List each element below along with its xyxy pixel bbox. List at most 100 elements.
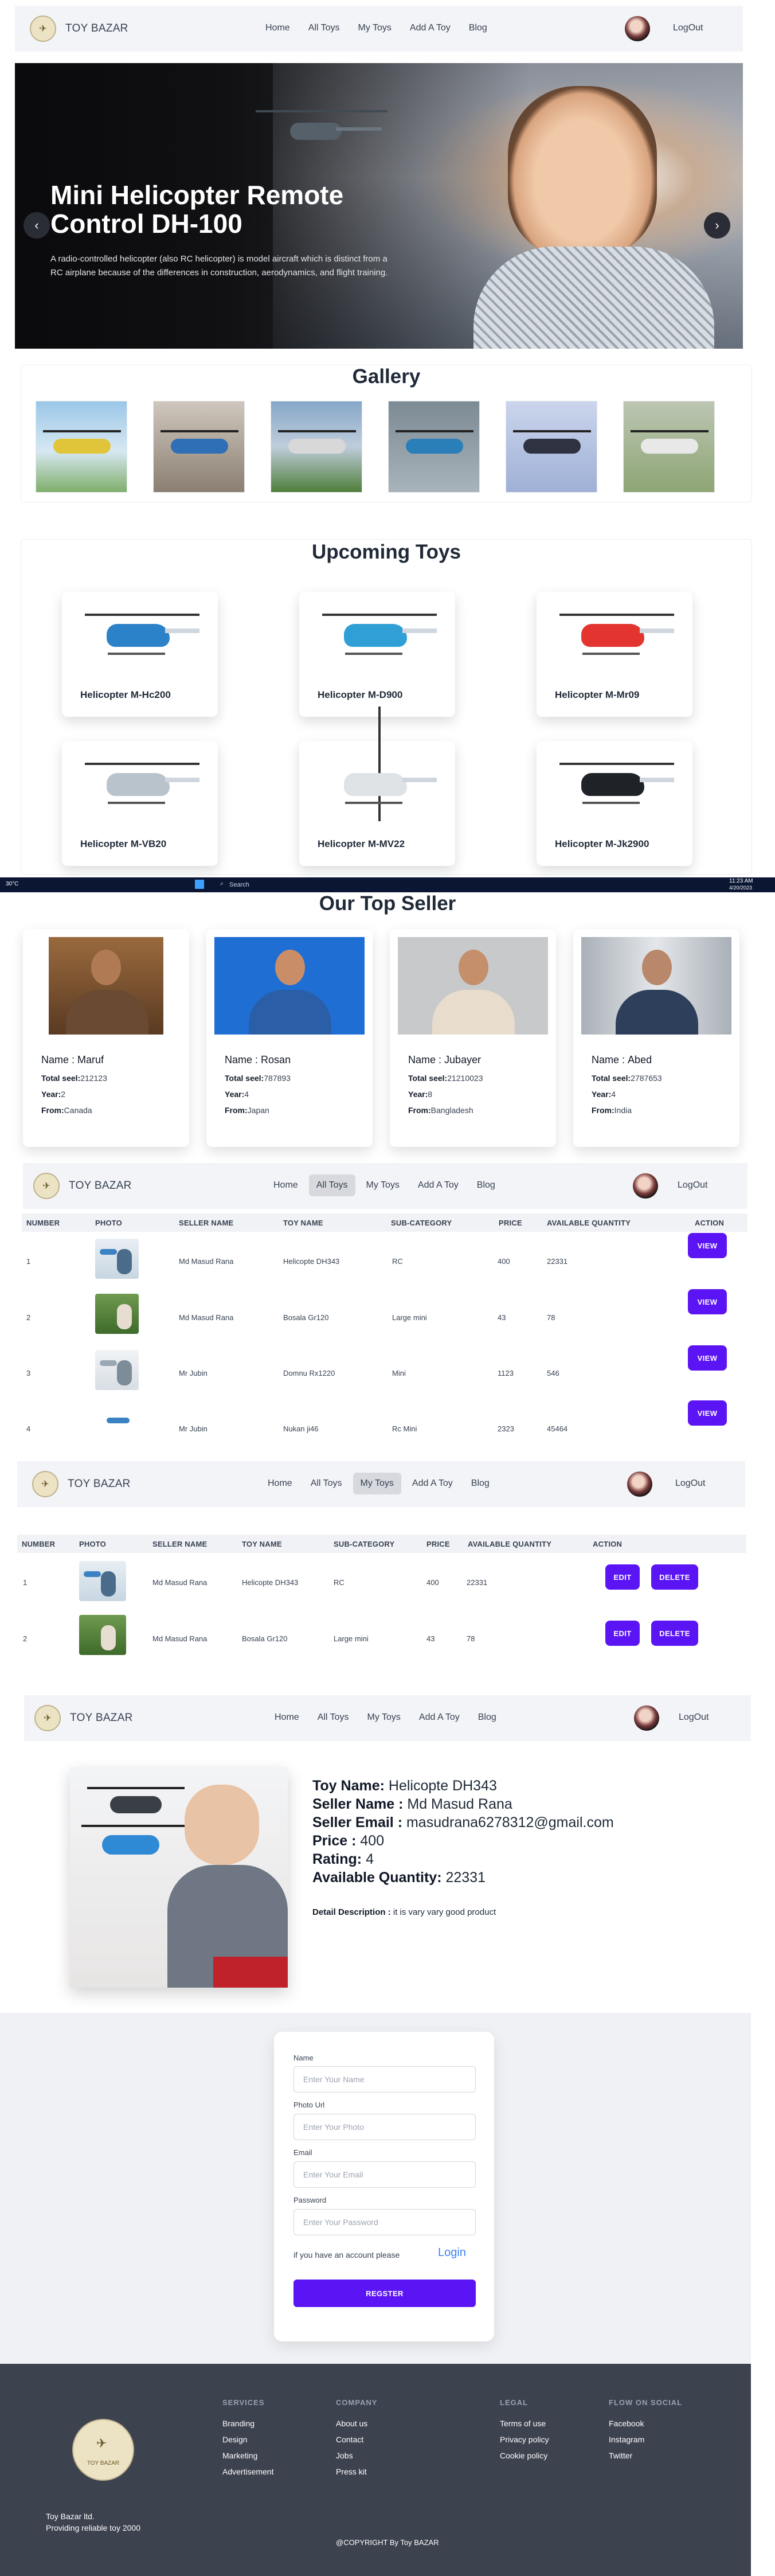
delete-button[interactable]: DELETE bbox=[651, 1621, 698, 1646]
gallery-section: Gallery bbox=[21, 365, 752, 502]
detail-quantity: Available Quantity: 22331 bbox=[312, 1869, 486, 1886]
helicopter-logo-icon[interactable]: ✈ bbox=[30, 15, 56, 42]
nav-home[interactable]: Home bbox=[258, 17, 298, 39]
footer: ✈ TOY BAZAR Toy Bazar ltd. Providing rel… bbox=[0, 2364, 751, 2576]
nav-my-toys[interactable]: My Toys bbox=[353, 1473, 401, 1494]
nav-my-toys[interactable]: My Toys bbox=[359, 1174, 407, 1196]
gallery-image[interactable] bbox=[388, 401, 480, 493]
nav-home[interactable]: Home bbox=[266, 1174, 306, 1196]
footer-tagline: Providing reliable toy 2000 bbox=[46, 2523, 140, 2532]
photo-input[interactable]: Enter Your Photo bbox=[293, 2114, 476, 2140]
footer-link[interactable]: Twitter bbox=[609, 2451, 632, 2460]
footer-link[interactable]: About us bbox=[336, 2419, 367, 2428]
footer-link[interactable]: Marketing bbox=[222, 2451, 257, 2460]
toy-card[interactable]: Helicopter M-Mr09 bbox=[537, 592, 692, 717]
logout-button[interactable]: LogOut bbox=[673, 23, 703, 33]
brand-name[interactable]: TOY BAZAR bbox=[65, 22, 128, 35]
delete-button[interactable]: DELETE bbox=[651, 1564, 698, 1590]
footer-link[interactable]: Jobs bbox=[336, 2451, 353, 2460]
nav-blog[interactable]: Blog bbox=[471, 1707, 504, 1728]
nav-all-toys[interactable]: All Toys bbox=[308, 1174, 355, 1196]
windows-icon[interactable] bbox=[195, 880, 204, 889]
helicopter-logo-icon[interactable]: ✈ bbox=[32, 1471, 58, 1497]
password-input[interactable]: Enter Your Password bbox=[293, 2209, 476, 2235]
view-button[interactable]: VIEW bbox=[688, 1400, 727, 1426]
navbar-my-toys: ✈ TOY BAZAR Home All Toys My Toys Add A … bbox=[17, 1461, 745, 1507]
logout-button[interactable]: LogOut bbox=[675, 1478, 705, 1489]
nav-my-toys[interactable]: My Toys bbox=[351, 17, 399, 39]
brand-name[interactable]: TOY BAZAR bbox=[69, 1180, 132, 1192]
search-icon[interactable]: ⌕ bbox=[220, 880, 224, 888]
avatar[interactable] bbox=[627, 1472, 652, 1497]
seller-card[interactable]: Name : Maruf Total seel:212123 Year:2 Fr… bbox=[23, 929, 189, 1147]
gallery-title: Gallery bbox=[352, 365, 421, 388]
weather-text: 30°C bbox=[6, 881, 19, 887]
logout-button[interactable]: LogOut bbox=[678, 1180, 707, 1191]
gallery-image[interactable] bbox=[506, 401, 597, 493]
toy-card-name: Helicopter M-Jk2900 bbox=[555, 838, 649, 849]
toy-card[interactable]: Helicopter M-D900 bbox=[299, 592, 455, 717]
name-input[interactable]: Enter Your Name bbox=[293, 2066, 476, 2093]
nav-blog[interactable]: Blog bbox=[469, 1174, 503, 1196]
helicopter-logo-icon[interactable]: ✈ bbox=[34, 1705, 61, 1731]
view-button[interactable]: VIEW bbox=[688, 1345, 727, 1371]
logout-button[interactable]: LogOut bbox=[679, 1712, 709, 1723]
footer-link[interactable]: Privacy policy bbox=[500, 2435, 549, 2444]
chevron-right-icon[interactable]: › bbox=[704, 212, 730, 239]
view-button[interactable]: VIEW bbox=[688, 1233, 727, 1258]
taskbar-search[interactable]: Search bbox=[229, 881, 249, 888]
nav-add-toy[interactable]: Add A Toy bbox=[405, 1473, 460, 1494]
detail-price: Price : 400 bbox=[312, 1833, 385, 1849]
edit-button[interactable]: EDIT bbox=[605, 1621, 640, 1646]
nav-add-toy[interactable]: Add A Toy bbox=[410, 1174, 466, 1196]
gallery-image[interactable] bbox=[271, 401, 362, 493]
brand-name[interactable]: TOY BAZAR bbox=[68, 1478, 131, 1490]
footer-link[interactable]: Branding bbox=[222, 2419, 255, 2428]
footer-link[interactable]: Terms of use bbox=[500, 2419, 546, 2428]
gallery-image[interactable] bbox=[623, 401, 715, 493]
footer-link[interactable]: Instagram bbox=[609, 2435, 644, 2444]
register-button[interactable]: REGSTER bbox=[293, 2280, 476, 2307]
footer-link[interactable]: Facebook bbox=[609, 2419, 644, 2428]
gallery-image[interactable] bbox=[36, 401, 127, 493]
footer-services-title: SERVICES bbox=[222, 2398, 265, 2407]
seller-card[interactable]: Name : Rosan Total seel:787893 Year:4 Fr… bbox=[206, 929, 373, 1147]
view-button[interactable]: VIEW bbox=[688, 1289, 727, 1314]
brand-name[interactable]: TOY BAZAR bbox=[70, 1712, 133, 1724]
nav-my-toys[interactable]: My Toys bbox=[360, 1707, 408, 1728]
detail-description: Detail Description : it is vary vary goo… bbox=[312, 1907, 496, 1917]
toy-card[interactable]: Helicopter M-MV22 bbox=[299, 707, 455, 866]
helicopter-logo-icon[interactable]: ✈ bbox=[33, 1173, 60, 1199]
seller-card[interactable]: Name : Abed Total seel:2787653 Year:4 Fr… bbox=[573, 929, 739, 1147]
nav-add-toy[interactable]: Add A Toy bbox=[402, 17, 458, 39]
nav-all-toys[interactable]: All Toys bbox=[301, 17, 347, 39]
nav-blog[interactable]: Blog bbox=[464, 1473, 497, 1494]
nav-blog[interactable]: Blog bbox=[461, 17, 495, 39]
email-input[interactable]: Enter Your Email bbox=[293, 2161, 476, 2188]
nav-home[interactable]: Home bbox=[267, 1707, 307, 1728]
avatar[interactable] bbox=[634, 1705, 659, 1731]
navbar-top: ✈ TOY BAZAR Home All Toys My Toys Add A … bbox=[15, 6, 743, 52]
avatar[interactable] bbox=[633, 1173, 658, 1199]
chevron-left-icon[interactable]: ‹ bbox=[24, 212, 50, 239]
navbar-details: ✈ TOY BAZAR Home All Toys My Toys Add A … bbox=[24, 1695, 751, 1741]
toy-card[interactable]: Helicopter M-Jk2900 bbox=[537, 741, 692, 866]
nav-all-toys[interactable]: All Toys bbox=[310, 1707, 357, 1728]
footer-link[interactable]: Press kit bbox=[336, 2467, 367, 2476]
gallery-image[interactable] bbox=[153, 401, 245, 493]
nav-home[interactable]: Home bbox=[260, 1473, 300, 1494]
toy-card[interactable]: Helicopter M-Hc200 bbox=[62, 592, 218, 717]
toy-card[interactable]: Helicopter M-VB20 bbox=[62, 741, 218, 866]
login-link[interactable]: Login bbox=[438, 2246, 466, 2259]
seller-card[interactable]: Name : Jubayer Total seel:21210023 Year:… bbox=[390, 929, 556, 1147]
footer-link[interactable]: Contact bbox=[336, 2435, 363, 2444]
edit-button[interactable]: EDIT bbox=[605, 1564, 640, 1590]
nav-all-toys[interactable]: All Toys bbox=[303, 1473, 350, 1494]
child-image bbox=[508, 86, 657, 258]
footer-link[interactable]: Cookie policy bbox=[500, 2451, 547, 2460]
nav-links: Home All Toys My Toys Add A Toy Blog bbox=[267, 1707, 504, 1728]
footer-link[interactable]: Advertisement bbox=[222, 2467, 273, 2476]
avatar[interactable] bbox=[625, 16, 650, 41]
nav-add-toy[interactable]: Add A Toy bbox=[412, 1707, 467, 1728]
footer-link[interactable]: Design bbox=[222, 2435, 248, 2444]
